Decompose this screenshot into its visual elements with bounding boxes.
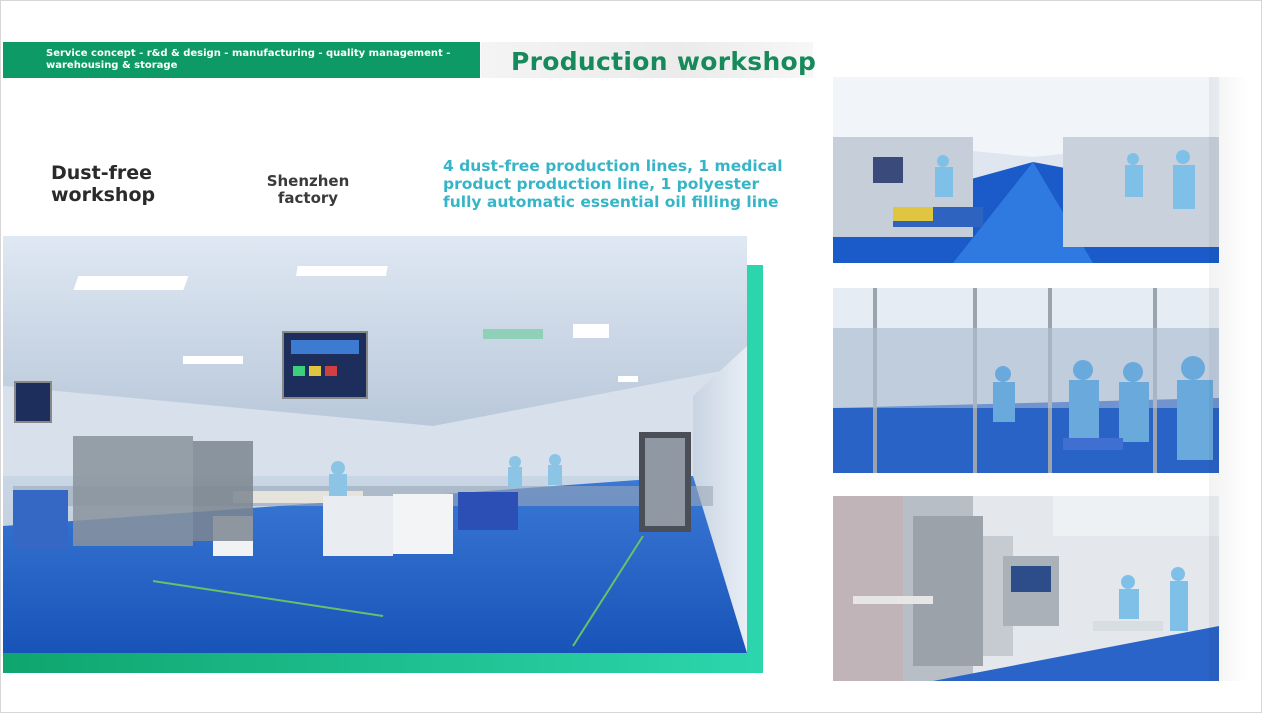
dust-free-label: Dust-free workshop [51,162,156,206]
workshop-photo-2 [833,288,1219,473]
main-workshop-photo [3,236,747,653]
workshop-photo-1 [833,77,1219,263]
production-lines-description: 4 dust-free production lines, 1 medical … [443,157,783,211]
slide: Service concept - r&d & design - manufac… [0,0,1262,713]
page-title: Production workshop [511,47,817,76]
workshop-photo-3 [833,496,1219,681]
thumbnail-shadow [1209,77,1249,681]
service-concept-text: Service concept - r&d & design - manufac… [46,48,451,71]
factory-label: Shenzhen factory [266,172,350,207]
